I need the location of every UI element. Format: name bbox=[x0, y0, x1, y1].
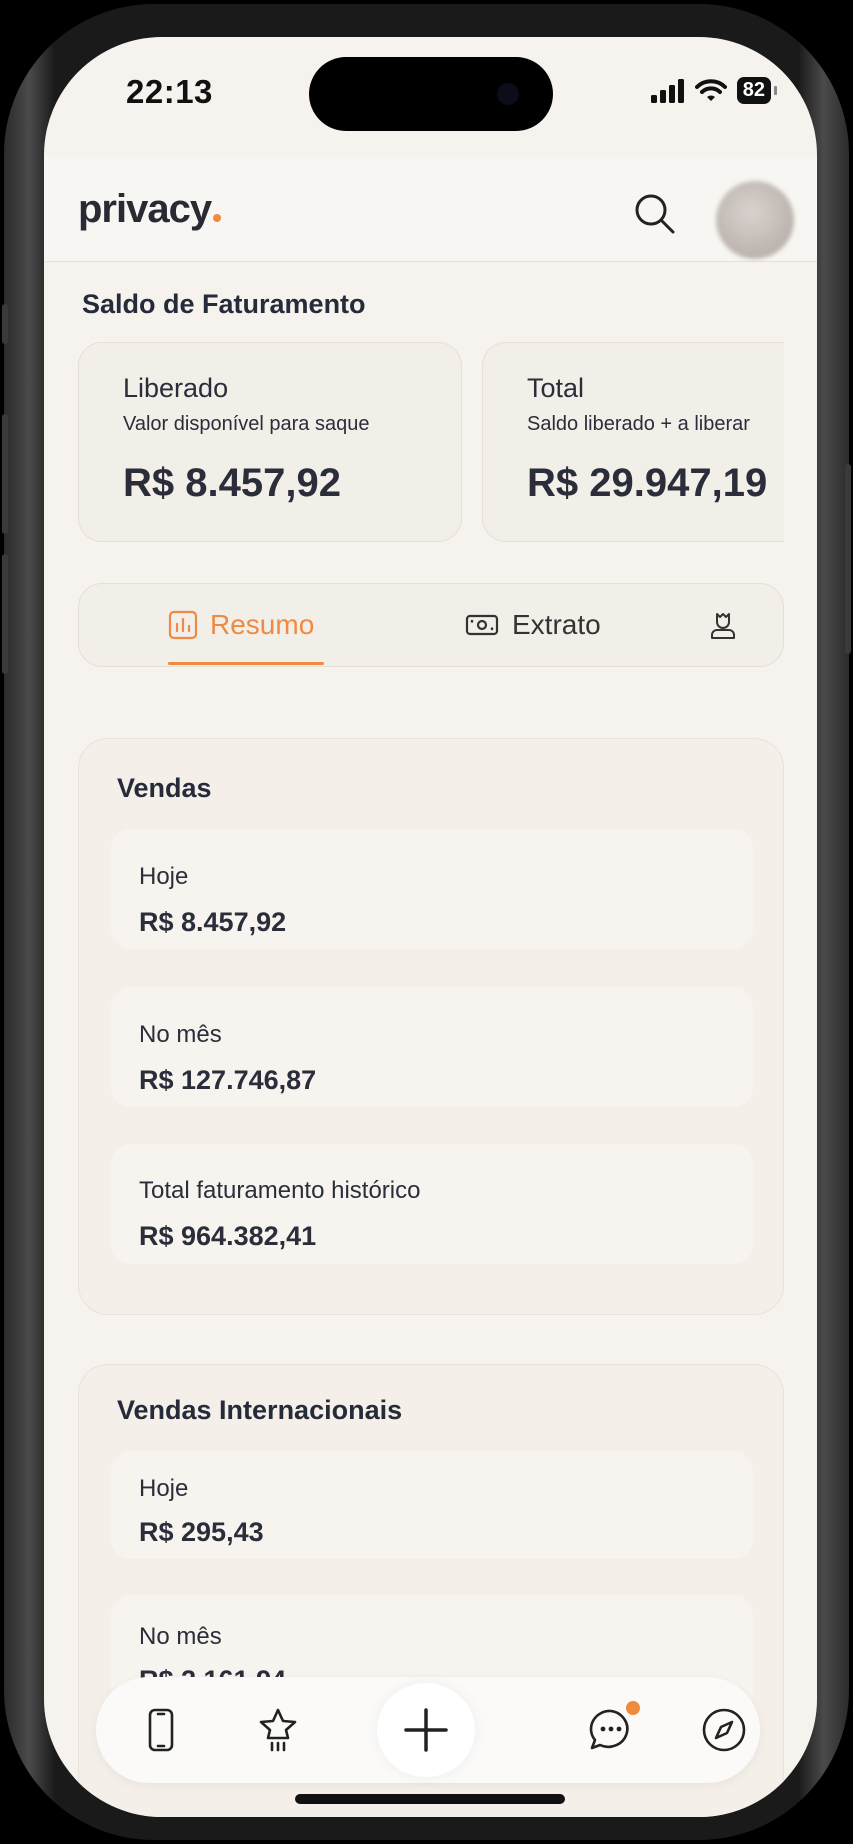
power-button bbox=[845, 464, 851, 654]
balance-section-title: Saldo de Faturamento bbox=[82, 289, 366, 319]
app-header: privacy bbox=[44, 157, 817, 262]
nav-phone[interactable] bbox=[136, 1705, 186, 1755]
balance-card-subtitle: Valor disponível para saque bbox=[123, 413, 370, 435]
wifi-icon bbox=[694, 78, 727, 101]
phone-frame: 22:13 82 privacy Saldo de Faturamento Li… bbox=[2, 4, 851, 1840]
balance-card-title: Liberado bbox=[123, 373, 229, 403]
tab-bar: Resumo Extrato bbox=[78, 583, 784, 667]
status-bar: 22:13 82 bbox=[44, 37, 817, 157]
row-value: R$ 295,43 bbox=[139, 1517, 264, 1547]
bottom-nav bbox=[96, 1677, 760, 1783]
logo-dot bbox=[213, 214, 222, 222]
row-label: No mês bbox=[139, 1021, 222, 1048]
balance-card-value: R$ 29.947,19 bbox=[527, 461, 768, 505]
phone-icon bbox=[148, 1708, 174, 1752]
home-indicator[interactable] bbox=[295, 1794, 565, 1804]
balance-card-total[interactable]: Total Saldo liberado + a liberar R$ 29.9… bbox=[482, 342, 784, 542]
sales-row-history: Total faturamento histórico R$ 964.382,4… bbox=[111, 1144, 753, 1264]
balance-card-released[interactable]: Liberado Valor disponível para saque R$ … bbox=[78, 342, 462, 542]
battery-indicator: 82 bbox=[736, 77, 778, 104]
bar-chart-icon bbox=[168, 610, 198, 640]
row-label: Hoje bbox=[139, 1475, 189, 1502]
front-camera bbox=[497, 83, 519, 105]
search-icon bbox=[635, 194, 675, 234]
status-time: 22:13 bbox=[126, 73, 213, 110]
nav-star[interactable] bbox=[253, 1705, 303, 1755]
avatar[interactable] bbox=[716, 181, 794, 259]
sales-card: Vendas Hoje R$ 8.457,92 No mês R$ 127.74… bbox=[78, 738, 784, 1315]
star-icon bbox=[259, 1708, 297, 1752]
create-button[interactable] bbox=[377, 1683, 475, 1777]
dynamic-island bbox=[309, 57, 553, 131]
side-button bbox=[2, 304, 8, 344]
tab-label: Extrato bbox=[512, 609, 601, 640]
row-label: Total faturamento histórico bbox=[139, 1177, 421, 1204]
tab-label: Resumo bbox=[210, 609, 315, 640]
nav-explore[interactable] bbox=[699, 1705, 749, 1755]
balance-card-value: R$ 8.457,92 bbox=[123, 461, 341, 505]
user-icon bbox=[711, 613, 735, 639]
sales-row-month: No mês R$ 127.746,87 bbox=[111, 987, 753, 1107]
tab-resumo[interactable]: Resumo bbox=[168, 584, 314, 666]
sales-row-today: Hoje R$ 8.457,92 bbox=[111, 829, 753, 949]
tab-extrato[interactable]: Extrato bbox=[464, 584, 601, 666]
row-label: Hoje bbox=[139, 863, 189, 890]
volume-up-button bbox=[2, 414, 8, 534]
search-button[interactable] bbox=[632, 191, 678, 237]
international-sales-title: Vendas Internacionais bbox=[117, 1395, 403, 1425]
app-logo[interactable]: privacy bbox=[78, 187, 222, 232]
row-label: No mês bbox=[139, 1623, 222, 1650]
money-bill-icon bbox=[465, 614, 499, 636]
balance-cards-carousel[interactable]: Liberado Valor disponível para saque R$ … bbox=[78, 340, 784, 544]
sales-title: Vendas bbox=[117, 773, 212, 803]
balance-card-subtitle: Saldo liberado + a liberar bbox=[527, 413, 750, 435]
signal-icon bbox=[650, 78, 684, 103]
notification-badge bbox=[626, 1701, 640, 1715]
balance-card-title: Total bbox=[527, 373, 585, 403]
tab-user[interactable] bbox=[708, 584, 738, 666]
plus-icon bbox=[404, 1708, 448, 1752]
row-value: R$ 964.382,41 bbox=[139, 1221, 317, 1251]
status-icons: 82 bbox=[650, 77, 778, 104]
nav-chat[interactable] bbox=[586, 1701, 640, 1755]
row-value: R$ 127.746,87 bbox=[139, 1065, 317, 1095]
row-value: R$ 8.457,92 bbox=[139, 907, 287, 937]
active-tab-indicator bbox=[168, 662, 324, 665]
international-row-today: Hoje R$ 295,43 bbox=[111, 1451, 753, 1559]
volume-down-button bbox=[2, 554, 8, 674]
screen: 22:13 82 privacy Saldo de Faturamento Li… bbox=[44, 37, 817, 1817]
compass-icon bbox=[702, 1708, 746, 1752]
